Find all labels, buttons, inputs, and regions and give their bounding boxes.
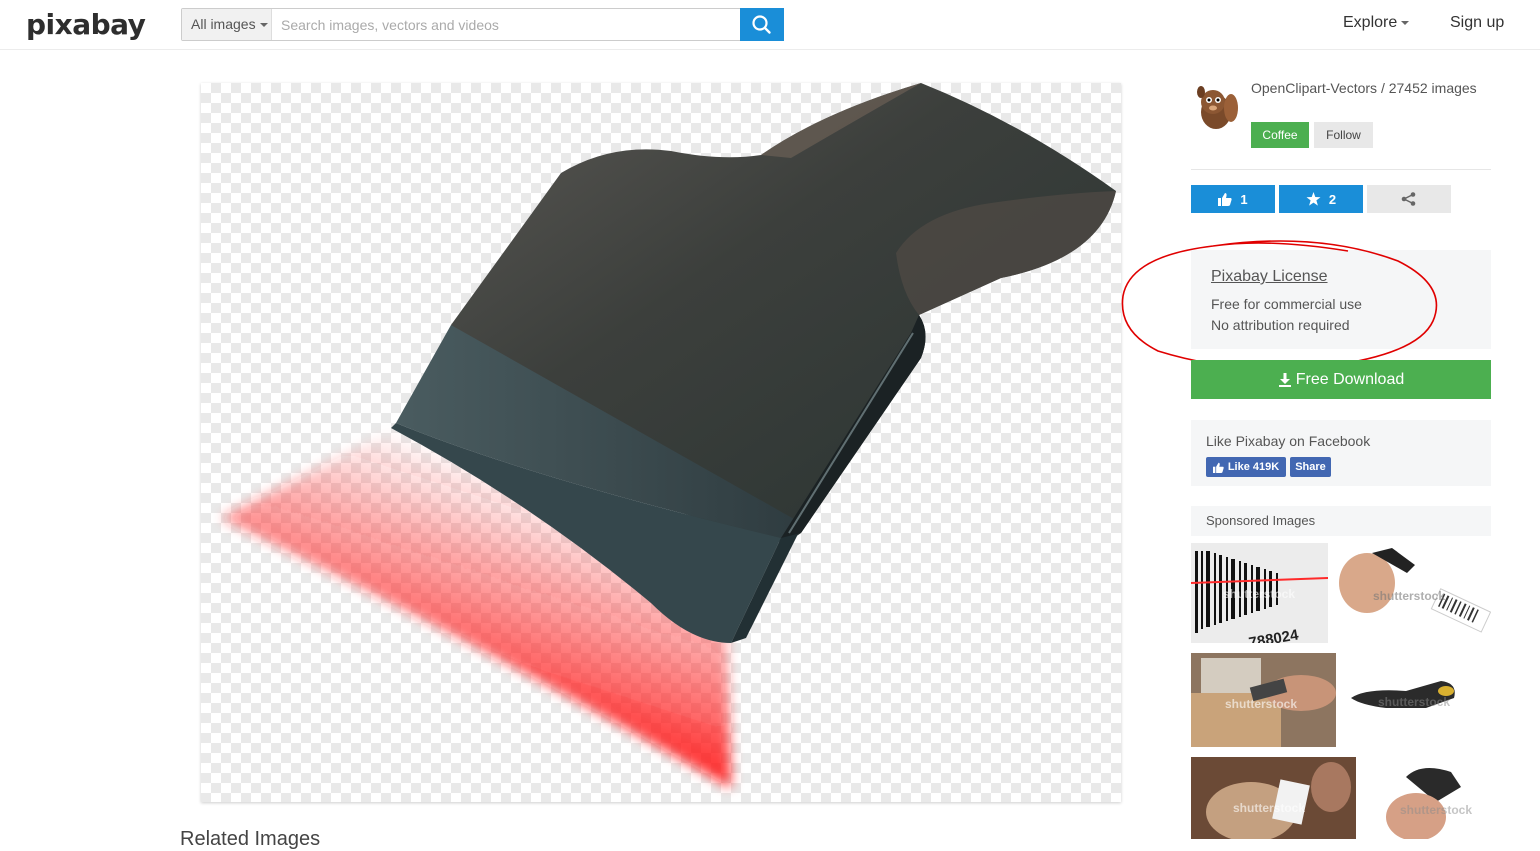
- chevron-down-icon: [1401, 20, 1410, 25]
- author-name-link[interactable]: OpenClipart-Vectors / 27452 images: [1251, 80, 1481, 97]
- facebook-text: Like Pixabay on Facebook: [1206, 433, 1371, 449]
- sponsored-heading: Sponsored Images: [1191, 506, 1491, 536]
- sponsored-thumb-hand-scanner[interactable]: shutterstock: [1337, 543, 1491, 643]
- sponsored-thumb-boxes[interactable]: shutterstock: [1191, 653, 1336, 747]
- search-type-label: All images: [191, 16, 256, 32]
- scanner-hand-photo: [1366, 757, 1491, 839]
- search-icon: [752, 15, 771, 34]
- search-button[interactable]: [740, 8, 784, 41]
- thumbs-up-icon: [1218, 193, 1233, 206]
- license-attribution: No attribution required: [1211, 317, 1350, 333]
- license-box: Pixabay License Free for commercial use …: [1191, 250, 1491, 349]
- thumbs-up-icon: [1212, 462, 1224, 473]
- facebook-share-button[interactable]: Share: [1290, 457, 1331, 477]
- share-button[interactable]: [1367, 185, 1451, 213]
- nav-explore-label: Explore: [1343, 14, 1398, 31]
- sponsored-thumb-scanner-gun[interactable]: shutterstock: [1346, 653, 1491, 747]
- related-images-heading: Related Images: [180, 828, 321, 850]
- shutterstock-watermark: shutterstock: [1233, 801, 1306, 815]
- follow-button[interactable]: Follow: [1314, 122, 1373, 148]
- share-icon: [1401, 192, 1416, 206]
- shutterstock-watermark: shutterstock: [1373, 589, 1446, 603]
- search-type-dropdown[interactable]: All images: [182, 9, 272, 40]
- facebook-box: Like Pixabay on Facebook Like 419K Share: [1191, 420, 1491, 486]
- chevron-down-icon: [259, 23, 268, 28]
- pixabay-logo[interactable]: pixabay: [26, 8, 146, 41]
- like-count: 1: [1240, 191, 1248, 207]
- license-link[interactable]: Pixabay License: [1211, 268, 1328, 286]
- search-input[interactable]: [273, 9, 740, 40]
- facebook-like-label: Like 419K: [1227, 461, 1280, 473]
- shutterstock-watermark: shutterstock: [1400, 803, 1473, 817]
- top-header: pixabay All images Explore Sign up: [0, 0, 1540, 50]
- download-icon: [1278, 372, 1291, 387]
- free-download-button[interactable]: Free Download: [1191, 360, 1491, 399]
- avatar[interactable]: [1191, 82, 1241, 132]
- favorite-count: 2: [1328, 191, 1337, 207]
- sponsored-thumb-barcode[interactable]: 788024 shutterstock: [1191, 543, 1328, 643]
- like-button[interactable]: 1: [1191, 185, 1275, 213]
- barcode-scanner-illustration: [221, 83, 1116, 788]
- nav-signup[interactable]: Sign up: [1450, 14, 1504, 32]
- search-bar: All images: [181, 8, 784, 41]
- nav-explore[interactable]: Explore: [1343, 14, 1410, 32]
- coffee-button[interactable]: Coffee: [1251, 122, 1309, 148]
- payment-photo: [1191, 757, 1356, 839]
- favorite-button[interactable]: 2: [1279, 185, 1363, 213]
- sponsored-thumb-payment[interactable]: shutterstock: [1191, 757, 1356, 839]
- shutterstock-watermark: shutterstock: [1225, 697, 1298, 711]
- shutterstock-watermark: shutterstock: [1223, 587, 1296, 601]
- download-label: Free Download: [1295, 370, 1405, 388]
- license-commercial-use: Free for commercial use: [1211, 296, 1362, 312]
- main-image[interactable]: [201, 83, 1121, 802]
- sponsored-thumb-scanner-hand[interactable]: shutterstock: [1366, 757, 1491, 839]
- shutterstock-watermark: shutterstock: [1378, 695, 1451, 709]
- author-panel: OpenClipart-Vectors / 27452 images Coffe…: [1191, 80, 1491, 170]
- facebook-like-button[interactable]: Like 419K: [1206, 457, 1286, 477]
- star-icon: [1306, 192, 1321, 206]
